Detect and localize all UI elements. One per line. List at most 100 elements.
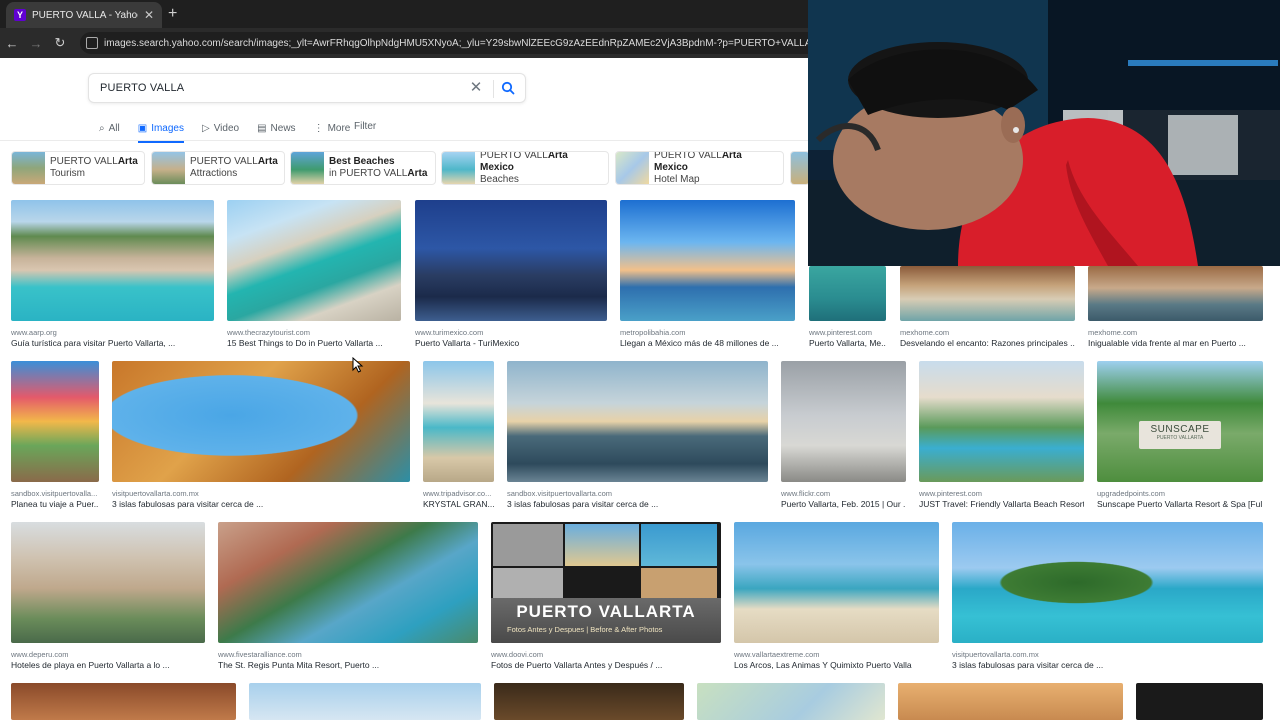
result-source: www.aarp.org — [11, 328, 57, 337]
related-search-pill[interactable]: Best Beaches in PUERTO VALLArta — [290, 151, 436, 185]
pill-label: PUERTO VALLArta Tourism — [50, 156, 138, 179]
result-title[interactable]: KRYSTAL GRAN... — [423, 499, 494, 509]
image-result[interactable] — [11, 683, 236, 720]
result-source: www.fivestaralliance.com — [218, 650, 302, 659]
image-thumbnail — [494, 683, 684, 720]
image-thumbnail — [11, 683, 236, 720]
result-source: www.pinterest.com — [919, 489, 982, 498]
image-thumbnail — [734, 522, 939, 643]
filter-button[interactable]: Filter — [354, 121, 376, 132]
result-title[interactable]: Puerto Vallarta, Feb. 2015 | Our ... — [781, 499, 906, 509]
tab-all[interactable]: ⌕ All — [99, 118, 120, 138]
result-source: www.deperu.com — [11, 650, 69, 659]
image-thumbnail — [112, 361, 410, 482]
clear-search-icon[interactable]: ✕ — [467, 78, 485, 98]
image-result[interactable] — [898, 683, 1123, 720]
image-result[interactable]: sandbox.visitpuertovallarta.com 3 islas … — [507, 361, 768, 510]
result-source: upgradedpoints.com — [1097, 489, 1165, 498]
image-thumbnail — [1088, 266, 1263, 321]
tab-news[interactable]: ▤ News — [257, 118, 295, 138]
image-thumbnail — [423, 361, 494, 482]
map-thumbnail — [697, 683, 885, 720]
image-result[interactable] — [249, 683, 481, 720]
result-title[interactable]: Puerto Vallarta, Me... — [809, 338, 886, 348]
image-result[interactable]: www.tripadvisor.co... KRYSTAL GRAN... — [423, 361, 494, 510]
image-result[interactable] — [494, 683, 684, 720]
result-source: www.flickr.com — [781, 489, 831, 498]
result-title[interactable]: Fotos de Puerto Vallarta Antes y Después… — [491, 660, 721, 670]
image-result[interactable]: sandbox.visitpuertovalla... Planea tu vi… — [11, 361, 99, 510]
reload-icon[interactable]: ↻ — [48, 35, 72, 51]
image-result[interactable]: www.pinterest.com JUST Travel: Friendly … — [919, 361, 1084, 510]
play-icon: ▷ — [201, 122, 210, 134]
image-result[interactable]: mexhome.com Desvelando el encanto: Razon… — [900, 266, 1075, 348]
result-title[interactable]: JUST Travel: Friendly Vallarta Beach Res… — [919, 499, 1084, 509]
tab-label: More — [327, 122, 351, 134]
pill-label: PUERTO VALLArta Mexico Beaches — [480, 151, 568, 185]
related-search-pill[interactable]: PUERTO VALLArta Mexico Beaches — [441, 151, 609, 185]
collage-subtitle: Fotos Antes y Despues | Before & After P… — [507, 625, 663, 634]
image-result[interactable]: www.flickr.com Puerto Vallarta, Feb. 201… — [781, 361, 906, 510]
search-input[interactable]: PUERTO VALLA ✕ — [88, 73, 526, 103]
search-icon[interactable] — [501, 81, 515, 95]
back-arrow-icon[interactable]: ← — [0, 36, 24, 51]
result-title[interactable]: Puerto Vallarta - TuriMexico — [415, 338, 607, 348]
new-tab-button[interactable]: + — [168, 5, 177, 23]
result-title[interactable]: Hoteles de playa en Puerto Vallarta a lo… — [11, 660, 205, 670]
related-search-pill[interactable] — [790, 151, 810, 185]
image-result[interactable]: mexhome.com Inigualable vida frente al m… — [1088, 266, 1263, 348]
close-tab-icon[interactable]: ✕ — [144, 8, 154, 22]
pill-thumbnail — [291, 152, 324, 184]
related-search-pill[interactable]: PUERTO VALLArta Attractions — [151, 151, 285, 185]
result-title[interactable]: 3 islas fabulosas para visitar cerca de … — [952, 660, 1263, 670]
image-result[interactable]: SUNSCAPE PUERTO VALLARTA upgradedpoints.… — [1097, 361, 1263, 510]
image-result[interactable]: www.fivestaralliance.com The St. Regis P… — [218, 522, 478, 671]
image-result[interactable]: visitpuertovallarta.com.mx 3 islas fabul… — [112, 361, 410, 510]
result-title[interactable]: Sunscape Puerto Vallarta Resort & Spa [F… — [1097, 499, 1263, 509]
image-thumbnail — [1136, 683, 1263, 720]
resort-sign: SUNSCAPE PUERTO VALLARTA — [1139, 421, 1221, 449]
result-title[interactable]: Inigualable vida frente al mar en Puerto… — [1088, 338, 1263, 348]
result-source: sandbox.visitpuertovalla... — [11, 489, 98, 498]
result-title[interactable]: Llegan a México más de 48 millones de ..… — [620, 338, 795, 348]
forward-arrow-icon[interactable]: → — [24, 36, 48, 51]
mouse-cursor-icon — [352, 357, 364, 373]
image-result[interactable]: PUERTO VALLARTA Fotos Antes y Despues | … — [491, 522, 721, 671]
result-title[interactable]: 15 Best Things to Do in Puerto Vallarta … — [227, 338, 401, 348]
image-result[interactable]: metropolibahia.com Llegan a México más d… — [620, 200, 795, 348]
result-title[interactable]: Planea tu viaje a Puer... — [11, 499, 99, 509]
browser-tab[interactable]: Y PUERTO VALLA - Yahoo Image ✕ — [6, 2, 162, 28]
image-thumbnail — [898, 683, 1123, 720]
site-info-icon[interactable] — [86, 37, 98, 49]
image-result[interactable] — [697, 683, 885, 720]
image-result[interactable]: www.deperu.com Hoteles de playa en Puert… — [11, 522, 205, 671]
image-result[interactable]: visitpuertovallarta.com.mx 3 islas fabul… — [952, 522, 1263, 671]
result-title[interactable]: 3 islas fabulosas para visitar cerca de … — [112, 499, 410, 509]
result-title[interactable]: 3 islas fabulosas para visitar cerca de … — [507, 499, 768, 509]
image-result[interactable] — [1136, 683, 1263, 720]
result-title[interactable]: Desvelando el encanto: Razones principal… — [900, 338, 1075, 348]
image-thumbnail — [781, 361, 906, 482]
sign-title: SUNSCAPE — [1150, 424, 1210, 435]
image-result[interactable]: www.turimexico.com Puerto Vallarta - Tur… — [415, 200, 607, 348]
result-title[interactable]: Guía turística para visitar Puerto Valla… — [11, 338, 214, 348]
tab-more[interactable]: ⋮ More — [314, 118, 351, 138]
news-icon: ▤ — [257, 122, 267, 134]
screen: Y PUERTO VALLA - Yahoo Image ✕ + ← → ↻ i… — [0, 0, 1280, 720]
related-search-pill[interactable]: PUERTO VALLArta Tourism — [11, 151, 145, 185]
result-title[interactable]: The St. Regis Punta Mita Resort, Puerto … — [218, 660, 478, 670]
result-source: mexhome.com — [1088, 328, 1138, 337]
search-divider — [493, 80, 494, 98]
pill-thumbnail — [12, 152, 45, 184]
image-result[interactable]: www.thecrazytourist.com 15 Best Things t… — [227, 200, 401, 348]
tab-images[interactable]: ▣ Images — [137, 118, 185, 143]
image-result[interactable]: www.vallartaextreme.com Los Arcos, Las A… — [734, 522, 939, 671]
result-title[interactable]: Los Arcos, Las Animas Y Quimixto Puerto … — [734, 660, 939, 670]
tab-label: Images — [151, 122, 184, 134]
image-result[interactable]: www.aarp.org Guía turística para visitar… — [11, 200, 214, 348]
pill-label: PUERTO VALLArta Mexico Hotel Map — [654, 151, 742, 185]
image-thumbnail: SUNSCAPE PUERTO VALLARTA — [1097, 361, 1263, 482]
tab-video[interactable]: ▷ Video — [202, 118, 239, 138]
related-search-pill[interactable]: PUERTO VALLArta Mexico Hotel Map — [615, 151, 784, 185]
image-result[interactable]: www.pinterest.com Puerto Vallarta, Me... — [809, 266, 886, 348]
